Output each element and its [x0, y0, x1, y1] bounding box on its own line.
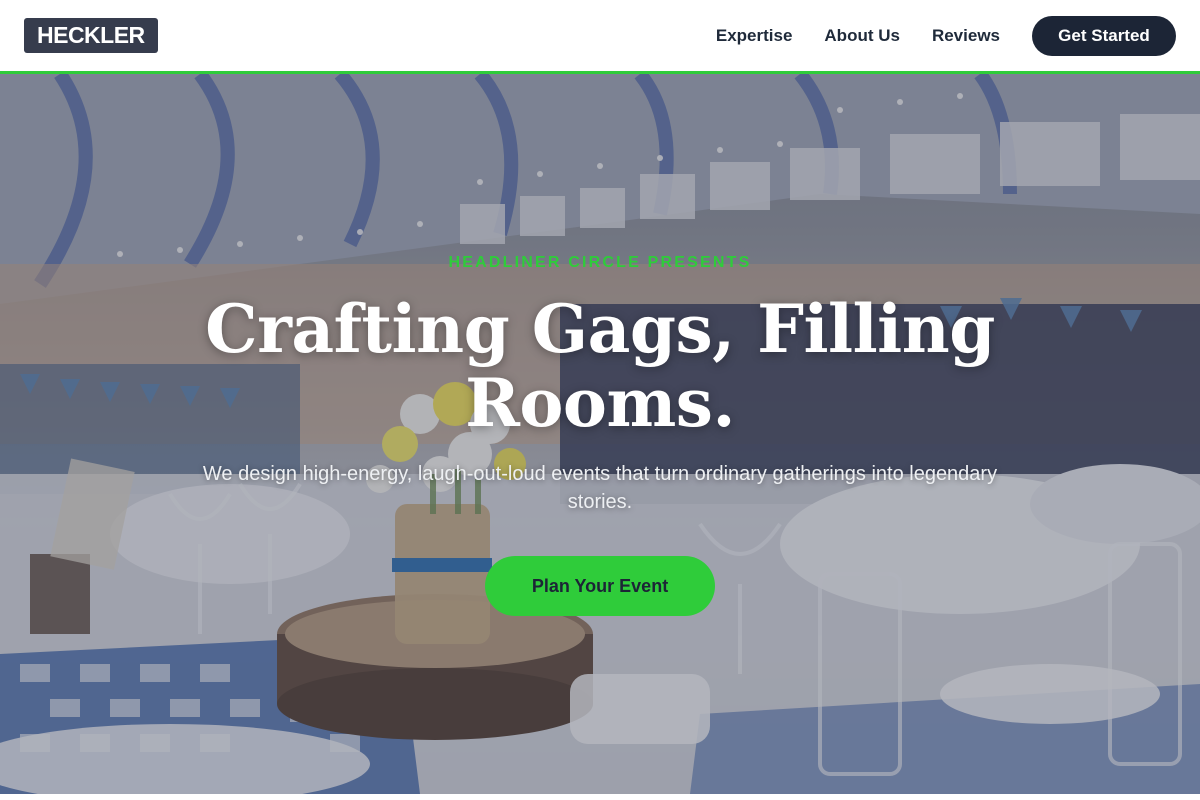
nav-link-about-us[interactable]: About Us — [824, 26, 900, 46]
hero-eyebrow: HEADLINER CIRCLE PRESENTS — [448, 254, 752, 271]
get-started-button[interactable]: Get Started — [1032, 15, 1176, 56]
nav-link-reviews[interactable]: Reviews — [932, 26, 1000, 46]
brand-logo[interactable]: HECKLER — [24, 18, 158, 53]
nav-link-expertise[interactable]: Expertise — [716, 26, 793, 46]
hero-headline: Crafting Gags, Filling Rooms. — [205, 290, 995, 442]
main-nav: Expertise About Us Reviews Get Started — [716, 15, 1176, 56]
hero-subheading: We design high-energy, laugh-out-loud ev… — [202, 463, 998, 513]
hero-section: HEADLINER CIRCLE PRESENTS Crafting Gags,… — [0, 74, 1200, 794]
hero-content: HEADLINER CIRCLE PRESENTS Crafting Gags,… — [0, 74, 1200, 794]
plan-your-event-button[interactable]: Plan Your Event — [485, 556, 715, 616]
site-header: HECKLER Expertise About Us Reviews Get S… — [0, 0, 1200, 74]
